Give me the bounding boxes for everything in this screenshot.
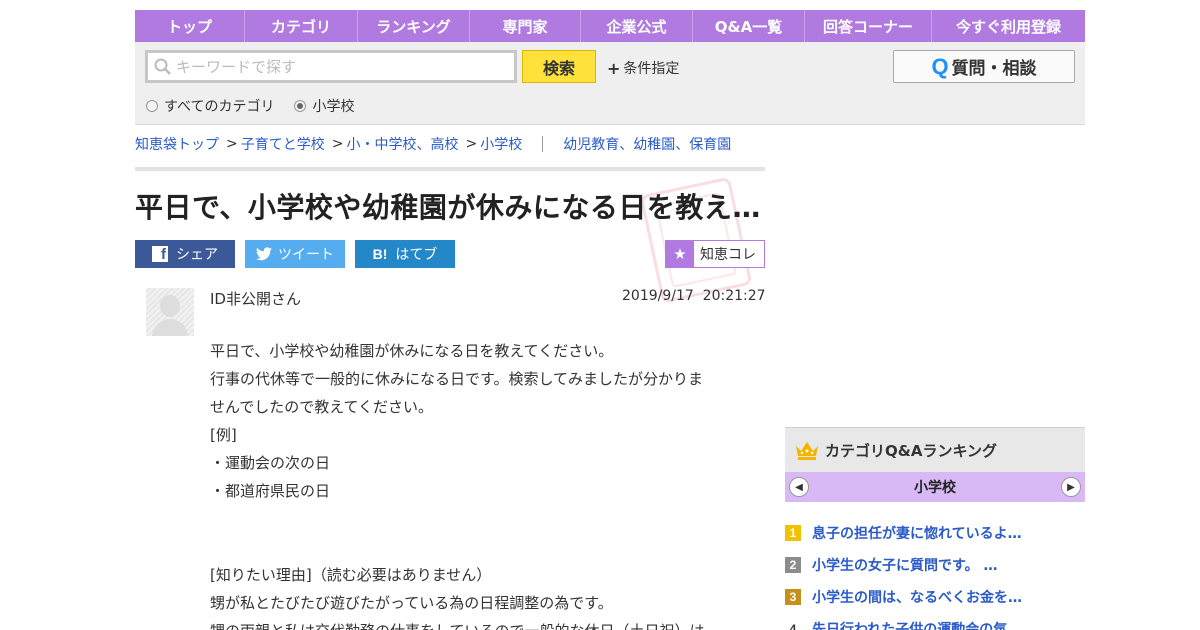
radio-circle-selected — [294, 100, 307, 112]
facebook-share-label: シェア — [176, 247, 218, 263]
body-line: 甥の両親と私は交代勤務の仕事をしているので一般的な休日（土日祝）は — [210, 617, 750, 630]
plus-icon: + — [607, 58, 621, 78]
next-arrow-icon[interactable]: ▶ — [1061, 477, 1081, 497]
breadcrumb-separator: > — [465, 136, 478, 152]
prev-arrow-icon[interactable]: ◀ — [789, 477, 809, 497]
related-category-link[interactable]: 幼児教育、幼稚園、保育園 — [563, 134, 731, 154]
body-line: 行事の代休等で一般的に休みになる日です。検索してみましたが分かりま — [210, 370, 704, 388]
crown-icon — [796, 442, 818, 460]
share-buttons: f シェア ツイート B! はてブ — [135, 240, 455, 268]
hatena-bookmark-label: はてブ — [395, 247, 438, 263]
avatar — [146, 288, 194, 336]
body-line: 甥が私とたびたび遊びたがっている為の日程調整の為です。 — [210, 594, 613, 612]
rank-badge: 4 — [789, 622, 797, 630]
radio-circle — [146, 100, 158, 112]
ranking-item[interactable]: 2 小学生の女子に質問です。 … — [785, 549, 1085, 581]
ranking-header: カテゴリQ&Aランキング — [785, 427, 1085, 472]
nav-ranking[interactable]: ランキング — [358, 10, 470, 42]
breadcrumb-schools[interactable]: 小・中学校、高校 — [346, 134, 458, 154]
ranking-item-title: 息子の担任が妻に惚れているよ… — [812, 526, 1022, 542]
ask-question-label: 質問・相談 — [951, 59, 1037, 79]
search-field[interactable] — [145, 50, 517, 83]
divider — [135, 167, 765, 171]
body-line: ・運動会の次の日 — [210, 454, 331, 472]
ranking-category: 小学校 — [914, 480, 956, 496]
avatar-head — [160, 295, 180, 317]
ranking-category-bar: ◀ 小学校 ▶ — [785, 472, 1085, 502]
scope-all-label: すべてのカテゴリ — [164, 99, 275, 115]
nav-register[interactable]: 今すぐ利用登録 — [932, 10, 1085, 42]
chiekore-label: 知恵コレ — [700, 247, 756, 263]
body-line: [知りたい理由]（読む必要はありません） — [210, 566, 492, 584]
twitter-share-button[interactable]: ツイート — [245, 240, 345, 268]
conditions-label: 条件指定 — [623, 61, 680, 77]
search-input[interactable] — [172, 57, 514, 76]
ranking-item[interactable]: 4 先日行われた子供の運動会の気… — [785, 613, 1085, 630]
ranking-list: 1 息子の担任が妻に惚れているよ… 2 小学生の女子に質問です。 … 3 小学生… — [785, 517, 1085, 630]
body-line: せんでしたので教えてください。 — [210, 398, 434, 416]
body-line: 平日で、小学校や幼稚園が休みになる日を教えてください。 — [210, 342, 614, 360]
facebook-icon: f — [152, 246, 168, 262]
facebook-share-button[interactable]: f シェア — [135, 240, 235, 268]
twitter-share-label: ツイート — [278, 247, 334, 263]
twitter-bird-icon — [256, 247, 272, 261]
body-line — [210, 533, 750, 561]
hatena-icon: B! — [372, 246, 388, 262]
nav-qa-list[interactable]: Q&A一覧 — [693, 10, 805, 42]
breadcrumb-separator: > — [331, 136, 344, 152]
body-line: ・都道府県民の日 — [210, 482, 331, 500]
rank-badge: 1 — [785, 525, 801, 541]
question-icon: Q — [931, 53, 949, 79]
breadcrumb-parenting[interactable]: 子育てと学校 — [241, 134, 325, 154]
ranking-item-title: 先日行われた子供の運動会の気… — [812, 622, 1022, 630]
chiekore-button[interactable]: ★ 知恵コレ — [665, 240, 765, 268]
question-title: 平日で、小学校や幼稚園が休みになる日を教え… — [135, 191, 761, 224]
global-nav: トップ カテゴリ ランキング 専門家 企業公式 Q&A一覧 回答コーナー 今すぐ… — [135, 10, 1085, 42]
avatar-body — [152, 319, 188, 336]
rank-badge: 3 — [785, 589, 801, 605]
post-date: 2019/9/17 20:21:27 — [622, 288, 766, 304]
category-ranking: カテゴリQ&Aランキング ◀ 小学校 ▶ 1 息子の担任が妻に惚れているよ… 2… — [785, 427, 1085, 630]
search-area: 検索 + 条件指定 Q 質問・相談 すべてのカテゴリ 小学校 — [135, 42, 1085, 125]
ask-question-button[interactable]: Q 質問・相談 — [893, 50, 1075, 83]
nav-official[interactable]: 企業公式 — [581, 10, 693, 42]
question-body: 平日で、小学校や幼稚園が休みになる日を教えてください。 行事の代休等で一般的に休… — [210, 337, 750, 630]
ranking-item-title: 小学生の間は、なるべくお金を… — [812, 590, 1022, 606]
nav-top[interactable]: トップ — [135, 10, 245, 42]
conditions-link[interactable]: + 条件指定 — [607, 58, 679, 78]
rank-badge: 2 — [785, 557, 801, 573]
hatena-bookmark-button[interactable]: B! はてブ — [355, 240, 455, 268]
search-icon — [154, 58, 171, 75]
search-scope: すべてのカテゴリ 小学校 — [146, 96, 354, 116]
scope-all-radio[interactable]: すべてのカテゴリ — [146, 96, 274, 116]
breadcrumb-elementary[interactable]: 小学校 — [480, 134, 522, 154]
body-line — [210, 505, 750, 533]
body-line: [例] — [210, 426, 237, 444]
nav-answer-corner[interactable]: 回答コーナー — [805, 10, 932, 42]
scope-current-label: 小学校 — [312, 99, 355, 115]
nav-experts[interactable]: 専門家 — [470, 10, 581, 42]
questioner-name: ID非公開さん — [210, 290, 301, 308]
breadcrumb: 知恵袋トップ > 子育てと学校 > 小・中学校、高校 > 小学校 幼児教育、幼稚… — [135, 134, 731, 154]
breadcrumb-separator: > — [226, 136, 238, 152]
breadcrumb-divider — [542, 136, 544, 152]
ranking-item-title: 小学生の女子に質問です。 … — [812, 558, 998, 574]
nav-category[interactable]: カテゴリ — [245, 10, 358, 42]
breadcrumb-top[interactable]: 知恵袋トップ — [135, 134, 219, 154]
ranking-item[interactable]: 1 息子の担任が妻に惚れているよ… — [785, 517, 1085, 549]
ranking-title: カテゴリQ&Aランキング — [825, 441, 997, 460]
star-icon: ★ — [666, 241, 694, 267]
ranking-item[interactable]: 3 小学生の間は、なるべくお金を… — [785, 581, 1085, 613]
scope-current-radio[interactable]: 小学校 — [294, 96, 354, 116]
search-button[interactable]: 検索 — [522, 50, 596, 83]
